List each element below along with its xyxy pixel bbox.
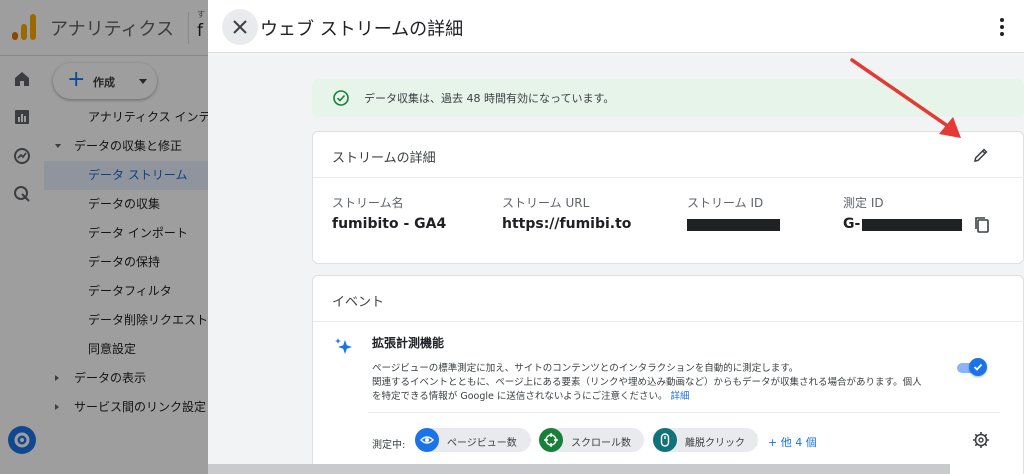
card-divider [313, 177, 1024, 178]
stream-details-title: ストリームの詳細 [332, 151, 436, 166]
chip-scrolls[interactable]: スクロール数 [539, 428, 644, 452]
close-icon [233, 20, 247, 34]
stream-details-card: ストリームの詳細 ストリーム名 fumibito - GA4 ストリーム URL… [312, 131, 1024, 264]
description-line: 関連するイベントとともに、ページ上にある要素（リンクや埋め込み動画など）からもデ… [372, 377, 922, 388]
stream-name-value: fumibito - GA4 [332, 216, 447, 232]
chip-label: ページビュー数 [447, 438, 517, 449]
description-line: を特定できる情報が Google に送信されないようにご注意ください。 詳細 [372, 390, 962, 404]
sparkle-icon [335, 338, 352, 354]
panel-title: ウェブ ストリームの詳細 [260, 19, 464, 40]
description-line: ページビューの標準測定に加え、サイトのコンテンツとのインタラクションを自動的に測… [372, 363, 799, 374]
more-events-link[interactable]: + 他 4 個 [768, 434, 817, 450]
learn-more-link[interactable]: 詳細 [671, 391, 690, 402]
check-icon [973, 363, 983, 371]
copy-icon[interactable] [974, 216, 990, 234]
mouse-icon [653, 428, 677, 452]
eye-icon [415, 428, 439, 452]
edit-pencil-icon[interactable] [973, 147, 989, 163]
stream-url-value: https://fumibi.to [502, 216, 632, 232]
toggle-knob [969, 358, 987, 376]
description-line-text: を特定できる情報が Google に送信されないようにご注意ください。 [372, 391, 668, 402]
close-button[interactable] [222, 9, 258, 45]
check-circle-icon [333, 90, 349, 106]
enhanced-measurement-toggle[interactable] [957, 358, 987, 376]
stream-id-label: ストリーム ID [687, 196, 764, 210]
horizontal-scrollbar[interactable] [208, 464, 950, 474]
events-title: イベント [332, 295, 385, 310]
chip-outbound-clicks[interactable]: 離脱クリック [653, 428, 758, 452]
measurement-id-label: 測定 ID [843, 196, 884, 210]
panel-header: ウェブ ストリームの詳細 [208, 0, 1024, 53]
chip-label: 離脱クリック [685, 438, 745, 449]
measurement-id-value: G- [843, 216, 861, 232]
alert-text: データ収集は、過去 48 時間有効になっています。 [364, 92, 615, 105]
chip-label: スクロール数 [571, 438, 631, 449]
enhanced-measurement-title: 拡張計測機能 [372, 336, 445, 350]
stream-name-label: ストリーム名 [332, 196, 404, 210]
events-divider [368, 412, 1000, 413]
enhanced-measurement-description: ページビューの標準測定に加え、サイトのコンテンツとのインタラクションを自動的に測… [372, 362, 962, 404]
measuring-label: 測定中: [372, 440, 406, 451]
chip-page-views[interactable]: ページビュー数 [415, 428, 531, 452]
scroll-target-icon [539, 428, 563, 452]
stream-id-redacted [687, 219, 780, 231]
card-divider [313, 321, 1024, 322]
annotation-arrow-icon [850, 58, 961, 138]
gear-icon[interactable] [972, 431, 990, 449]
stream-url-label: ストリーム URL [502, 196, 590, 210]
more-options-icon[interactable] [998, 17, 1006, 37]
events-card: イベント 拡張計測機能 ページビューの標準測定に加え、サイトのコンテンツとのイン… [312, 275, 1024, 474]
measurement-id-redacted [862, 219, 962, 231]
